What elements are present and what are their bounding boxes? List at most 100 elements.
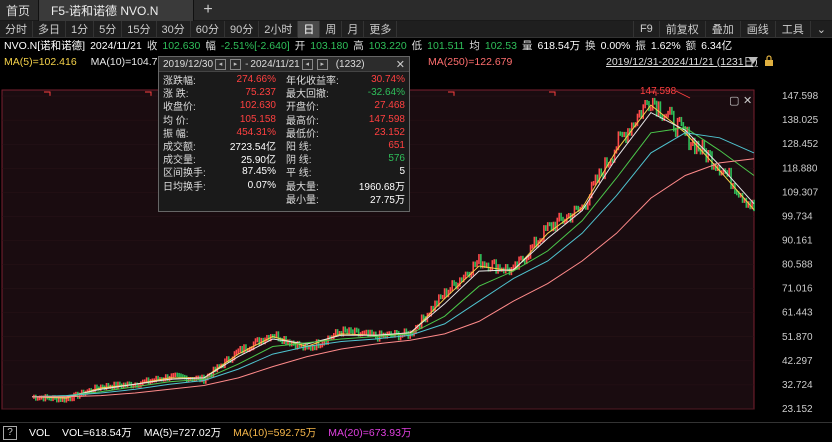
period-tab-12[interactable]: 更多 xyxy=(364,20,398,38)
high-value: 103.220 xyxy=(368,39,407,52)
popup-stat-value: -32.64% xyxy=(367,87,405,99)
popup-stat-row: 平 线: 5 xyxy=(286,165,405,179)
maximize-icon[interactable]: ▢ xyxy=(729,94,739,107)
popup-stat-row: 均 价: 105.158 xyxy=(163,113,276,127)
turnover-label: 换 xyxy=(585,40,596,52)
next-end-icon[interactable]: ▸ xyxy=(316,58,328,70)
period-tab-3[interactable]: 5分 xyxy=(94,20,123,38)
popup-stat-row: 阳 线: 651 xyxy=(286,139,405,153)
popup-stat-value: 5 xyxy=(399,166,405,178)
change-value: -2.51%[-2.640] xyxy=(220,39,290,52)
kline-chart-svg[interactable]: 147.598 138.025 128.452 118.880 109.307 99.73… xyxy=(0,70,832,420)
popup-stat-row: 涨 跌: 75.237 xyxy=(163,86,276,100)
y-tick-label: 32.724 xyxy=(782,380,813,391)
add-tab-button[interactable]: + xyxy=(194,1,222,19)
y-tick-label: 138.025 xyxy=(782,115,819,126)
stock-tab-active[interactable]: F5-诺和诺德 NVO.N xyxy=(39,0,195,21)
toolbar-right-item-0[interactable]: F9 xyxy=(632,20,659,38)
popup-stat-row: 开盘价: 27.468 xyxy=(286,99,405,113)
popup-stat-value: 75.237 xyxy=(245,87,276,99)
y-tick-label: 51.870 xyxy=(782,332,813,343)
popup-stat-row: 最高价: 147.598 xyxy=(286,113,405,127)
period-tab-9[interactable]: 日 xyxy=(298,20,321,38)
period-tab-11[interactable]: 月 xyxy=(342,20,365,38)
range-dash: - xyxy=(245,58,249,70)
popup-stat-value: 27.468 xyxy=(374,100,405,112)
popup-stat-value: 102.630 xyxy=(239,100,276,112)
popup-stat-value: 651 xyxy=(388,140,405,152)
change-label: 幅 xyxy=(205,40,216,52)
period-tab-6[interactable]: 60分 xyxy=(191,20,225,38)
toolbar-right-item-1[interactable]: 前复权 xyxy=(658,20,705,38)
turnover-value: 0.00% xyxy=(600,39,631,52)
period-tab-1[interactable]: 多日 xyxy=(33,20,66,38)
close-label: 收 xyxy=(146,40,158,52)
help-button[interactable]: ? xyxy=(3,425,17,440)
popup-count: (1232) xyxy=(335,58,365,70)
stock-symbol: NVO.N[诺和诺德] xyxy=(4,40,86,52)
popup-stat-row: 日均换手: 0.07% xyxy=(163,179,276,193)
ma5-value: MA(5)=102.416 xyxy=(4,55,77,68)
volume-indicator-row: ? VOL VOL=618.54万 MA(5)=727.02万 MA(10)=5… xyxy=(0,422,832,442)
popup-stat-value: 0.07% xyxy=(247,179,276,191)
prev-start-icon[interactable]: ◂ xyxy=(215,58,227,70)
peak-price-label: 147.598 xyxy=(640,86,677,97)
popup-stat-row: 收盘价: 102.630 xyxy=(163,99,276,113)
y-tick-label: 42.297 xyxy=(782,356,813,367)
kline-chart[interactable]: 147.598 138.025 128.452 118.880 109.307 99.73… xyxy=(0,70,832,420)
next-start-icon[interactable]: ▸ xyxy=(230,58,242,70)
popup-range-end: 2024/11/21 xyxy=(250,58,300,70)
popup-stat-row: 成交量: 25.90亿 xyxy=(163,152,276,166)
date-range-selector[interactable]: 2019/12/31-2024/11/21 (1231日) xyxy=(606,54,758,69)
home-tab[interactable]: 首页 xyxy=(0,0,40,21)
vol-ma5: MA(5)=727.02万 xyxy=(143,427,222,439)
y-tick-label: 99.734 xyxy=(782,211,813,222)
period-tab-4[interactable]: 15分 xyxy=(122,20,157,38)
y-tick-label: 109.307 xyxy=(782,187,819,198)
popup-close-icon[interactable]: ✕ xyxy=(396,58,405,71)
avg-label: 均 xyxy=(469,40,480,52)
period-tab-10[interactable]: 周 xyxy=(320,20,343,38)
popup-stat-row: 成交额: 2723.54亿 xyxy=(163,139,276,153)
toolbar-right-item-5[interactable]: ⌄ xyxy=(809,20,832,38)
popup-header: 2019/12/30 ◂ ▸ - 2024/11/21 ◂ ▸ (1232) ✕ xyxy=(159,57,409,72)
y-tick-label: 71.016 xyxy=(782,284,813,295)
chart-close-icon[interactable]: ✕ xyxy=(743,94,752,107)
volume-value: 618.54万 xyxy=(537,40,581,52)
popup-stat-row: 阴 线: 576 xyxy=(286,152,405,166)
quote-date: 2024/11/21 xyxy=(90,39,142,52)
vol-name[interactable]: VOL xyxy=(29,427,50,439)
popup-stat-row: 最大量: 1960.68万 xyxy=(286,179,405,193)
interval-stats-popup: 2019/12/30 ◂ ▸ - 2024/11/21 ◂ ▸ (1232) ✕ 涨… xyxy=(158,56,410,212)
popup-stat-value: 30.74% xyxy=(371,74,405,86)
stock-tab-label: F5-诺和诺德 NVO.N xyxy=(51,3,159,18)
period-tab-8[interactable]: 2小时 xyxy=(259,20,299,38)
period-tab-7[interactable]: 90分 xyxy=(225,20,260,38)
popup-stat-value: 87.45% xyxy=(242,166,276,178)
amount-label: 额 xyxy=(685,40,697,52)
prev-end-icon[interactable]: ◂ xyxy=(301,58,313,70)
y-tick-label: 61.443 xyxy=(782,308,813,319)
range-dropdown-icon[interactable] xyxy=(748,57,758,64)
toolbar-right-item-4[interactable]: 工具 xyxy=(774,20,810,38)
popup-range-start: 2019/12/30 xyxy=(163,58,214,70)
popup-right-column: 年化收益率: 30.74% 最大回撤: -32.64% 开盘价: 27.468 最高价: 14… xyxy=(284,73,405,206)
y-tick-label: 23.152 xyxy=(782,404,813,415)
lock-icon[interactable] xyxy=(764,55,774,67)
popup-stat-label: 日均换手: xyxy=(163,181,206,193)
popup-stat-row: 最低价: 23.152 xyxy=(286,126,405,140)
tab-bar: 首页 F5-诺和诺德 NVO.N + xyxy=(0,0,832,21)
popup-stat-row: 振 幅: 454.31% xyxy=(163,126,276,140)
close-value: 102.630 xyxy=(162,39,201,52)
toolbar-right-item-2[interactable]: 叠加 xyxy=(704,20,740,38)
open-label: 开 xyxy=(294,40,306,52)
period-tab-5[interactable]: 30分 xyxy=(157,20,191,38)
open-value: 103.180 xyxy=(310,39,349,52)
popup-stat-value: 274.66% xyxy=(236,74,276,86)
popup-stat-value: 23.152 xyxy=(374,126,405,138)
volume-label: 量 xyxy=(521,40,533,52)
period-tab-2[interactable]: 1分 xyxy=(66,20,95,38)
vol-ma20: MA(20)=673.93万 xyxy=(328,427,412,439)
toolbar-right-item-3[interactable]: 画线 xyxy=(739,20,775,38)
period-tab-0[interactable]: 分时 xyxy=(0,20,33,38)
